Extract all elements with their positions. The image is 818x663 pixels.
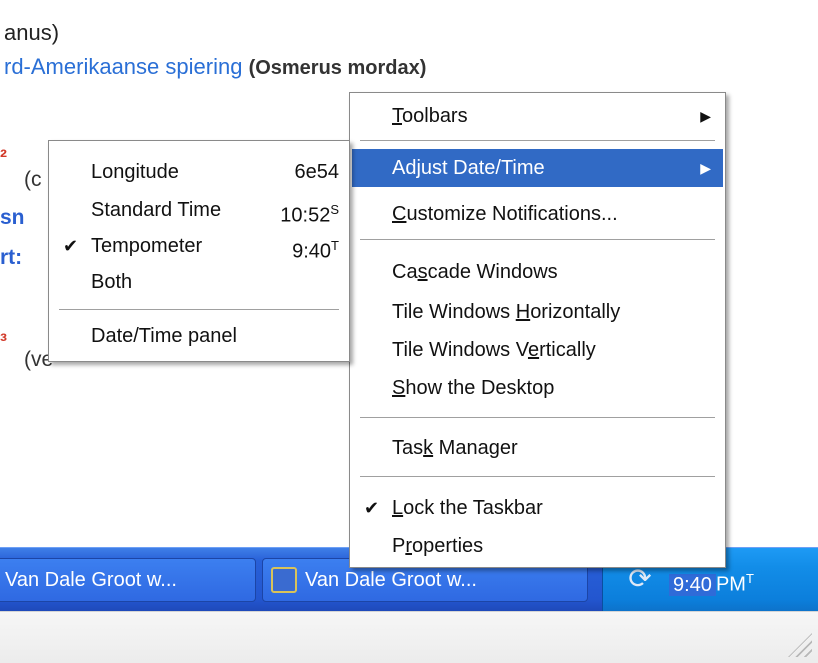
menu-label: Tile Windows	[392, 301, 516, 323]
menu-item-properties[interactable]: Properties	[352, 527, 723, 565]
menu-label: Tile Windows V	[392, 339, 528, 361]
menu-separator	[360, 417, 715, 419]
accel-key: r	[405, 535, 413, 557]
accel-key: C	[392, 203, 407, 225]
vandale-app-icon	[271, 567, 297, 593]
resize-grip[interactable]	[788, 633, 812, 657]
bg-red-mark: ²	[0, 146, 7, 169]
menu-label: ustomize Notifications...	[406, 203, 618, 225]
menu-item-customize-notifications[interactable]: Customize Notifications...	[352, 195, 723, 233]
menu-label: ock the Taskbar	[403, 497, 543, 519]
menu-label: Tas	[392, 437, 424, 459]
accel-key: s	[417, 261, 428, 283]
menu-item-adjust-date-time[interactable]: Adjust Date/Time ▶	[352, 149, 723, 187]
menu-item-tile-horizontally[interactable]: Tile Windows Horizontally	[352, 293, 723, 331]
bg-link-spiering[interactable]: rd-Amerikaanse spiering	[4, 54, 242, 79]
menu-label: Tempometer	[91, 235, 203, 257]
accel-key: L	[392, 497, 404, 519]
submenu-item-date-time-panel[interactable]: Date/Time panel	[51, 317, 347, 355]
menu-label: orizontally	[530, 301, 621, 323]
menu-label: Date/Time panel	[91, 325, 237, 347]
menu-label: Manager	[433, 437, 518, 459]
bg-frag-c: (c	[24, 168, 42, 191]
menu-label: Both	[91, 271, 133, 293]
accel-key: k	[423, 437, 434, 459]
menu-separator	[360, 140, 715, 142]
bg-red-mark-2: ³	[0, 330, 7, 353]
menu-item-lock-taskbar[interactable]: ✔ Lock the Taskbar	[352, 489, 723, 527]
bg-latin-name: (Osmerus mordax)	[248, 57, 427, 79]
clock-time: 9:40	[669, 573, 716, 596]
menu-label: P	[392, 535, 406, 557]
clock-sup: T	[745, 571, 754, 586]
accel-key: e	[527, 339, 540, 361]
menu-label: Standard Time	[91, 199, 222, 221]
menu-label: cade Windows	[427, 261, 558, 283]
menu-label: Longitude	[91, 161, 179, 183]
accel-key: T	[392, 105, 402, 127]
submenu-item-tempometer[interactable]: ✔ Tempometer 9:40T	[51, 227, 347, 265]
menu-label: operties	[412, 535, 484, 557]
bg-frag-rt[interactable]: rt:	[0, 246, 22, 270]
taskbar-context-menu: Toolbars ▶ Adjust Date/Time ▶ Customize …	[349, 92, 726, 568]
submenu-item-longitude[interactable]: Longitude 6e54	[51, 153, 347, 191]
checkmark-icon: ✔	[364, 498, 380, 518]
menu-label: Adjust Date/Time	[392, 157, 545, 179]
date-time-submenu: Longitude 6e54 Standard Time 10:52S ✔ Te…	[48, 140, 350, 362]
menu-label: rtically	[539, 339, 596, 361]
menu-item-show-desktop[interactable]: Show the Desktop	[352, 369, 723, 407]
checkmark-icon: ✔	[63, 236, 79, 256]
menu-item-tile-vertically[interactable]: Tile Windows Vertically	[352, 331, 723, 369]
accel-key: S	[392, 377, 406, 399]
taskbar-button-label: Van Dale Groot w...	[5, 568, 177, 591]
clock-suffix: PM	[715, 573, 746, 596]
menu-separator	[59, 309, 339, 311]
taskbar-button-vandale-1[interactable]: Van Dale Groot w...	[0, 558, 256, 602]
menu-item-cascade-windows[interactable]: Cascade Windows	[352, 253, 723, 291]
bg-text-line2: rd-Amerikaanse spiering (Osmerus mordax)	[4, 54, 426, 80]
taskbar-button-label: Van Dale Groot w...	[305, 568, 477, 591]
submenu-item-standard-time[interactable]: Standard Time 10:52S	[51, 191, 347, 229]
status-bar	[0, 611, 818, 663]
menu-label: Ca	[392, 261, 418, 283]
menu-item-task-manager[interactable]: Task Manager	[352, 429, 723, 467]
submenu-arrow-icon: ▶	[700, 108, 711, 124]
submenu-arrow-icon: ▶	[700, 160, 711, 176]
submenu-item-both[interactable]: Both	[51, 263, 347, 301]
menu-item-toolbars[interactable]: Toolbars ▶	[352, 97, 723, 135]
menu-label: oolbars	[402, 105, 468, 127]
bg-text-line1: anus)	[4, 20, 60, 45]
menu-separator	[360, 239, 715, 241]
menu-label: how the Desktop	[405, 377, 555, 399]
longitude-value: 6e54	[294, 161, 340, 183]
menu-separator	[360, 476, 715, 478]
accel-key: H	[515, 301, 531, 323]
bg-frag-sn[interactable]: sn	[0, 206, 25, 230]
